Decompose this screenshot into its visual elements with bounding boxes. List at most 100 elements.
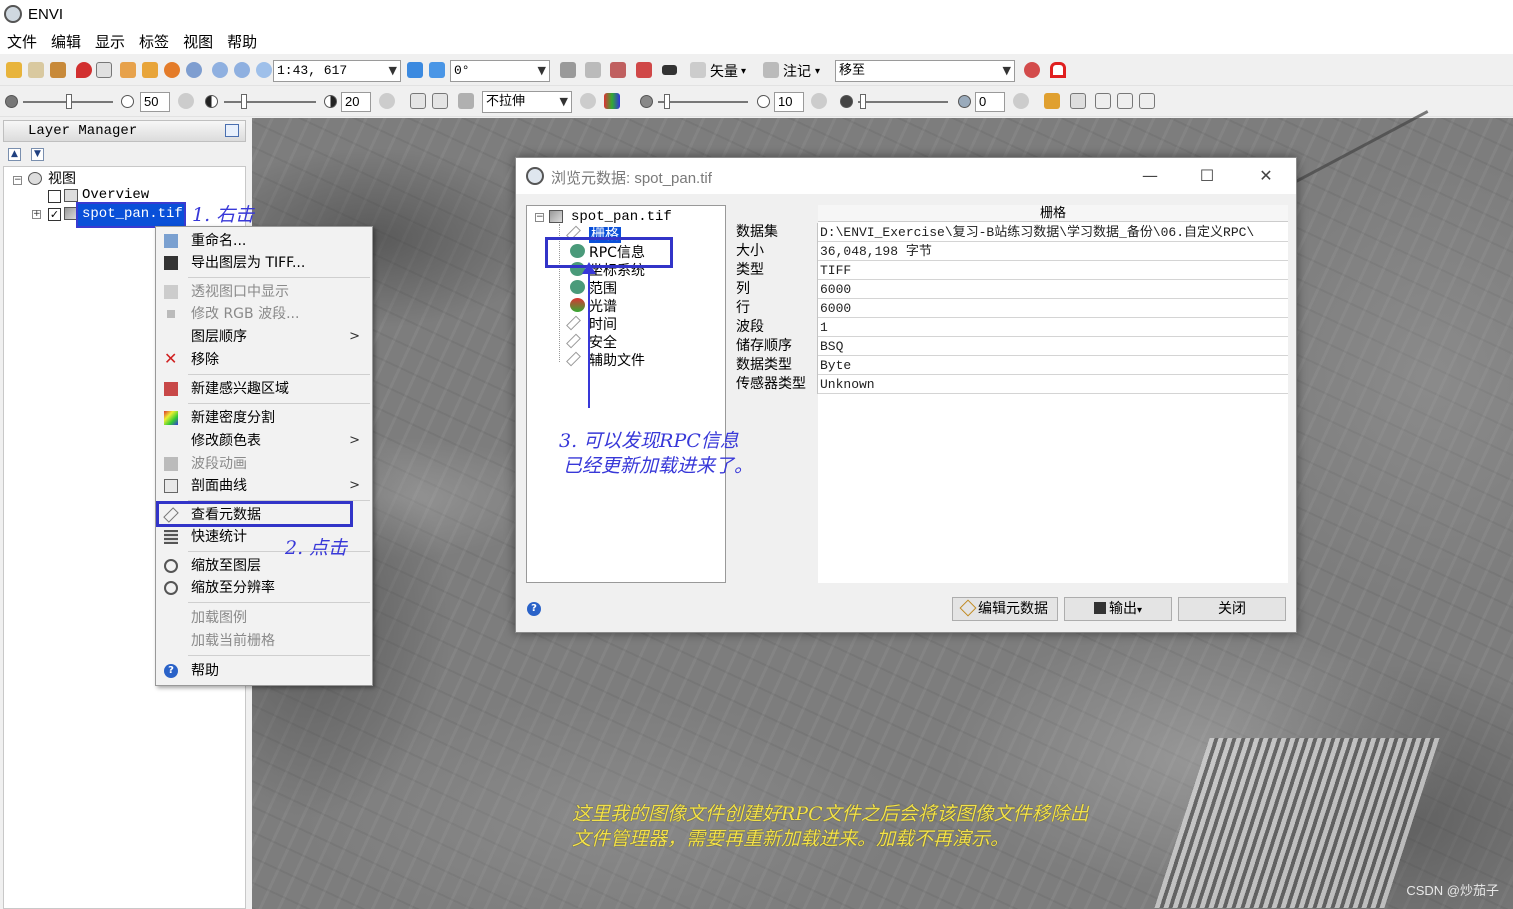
menu-display[interactable]: 显示 <box>88 31 132 52</box>
menu-item-rename[interactable]: 重命名... <box>156 230 372 252</box>
grid-row-interleave[interactable]: 储存顺序 BSQ <box>733 337 1288 356</box>
rotate-north-icon[interactable] <box>407 62 423 78</box>
move-up-icon[interactable]: ▲ <box>8 148 21 161</box>
menu-item-color-table[interactable]: 修改颜色表 > <box>156 430 372 452</box>
menu-edit[interactable]: 编辑 <box>44 31 88 52</box>
brightness-slider-thumb[interactable] <box>66 94 72 109</box>
overview-checkbox[interactable] <box>48 190 61 203</box>
close-icon[interactable]: ✕ <box>1252 164 1280 188</box>
rotate-up-icon[interactable] <box>429 62 445 78</box>
pixel-locator-icon[interactable] <box>662 65 677 75</box>
grid-row-size[interactable]: 大小 36,048,198 字节 <box>733 242 1288 261</box>
stretch-full-icon[interactable] <box>410 93 426 109</box>
maximize-icon[interactable]: ☐ <box>1193 164 1221 188</box>
menu-label[interactable]: 标签 <box>132 31 176 52</box>
rotate-icon[interactable] <box>164 62 180 78</box>
menu-item-export-tiff[interactable]: 导出图层为 TIFF... <box>156 252 372 274</box>
contrast-slider-track[interactable] <box>224 101 316 103</box>
reset-icon[interactable] <box>379 93 395 109</box>
contrast-input[interactable]: 20 <box>341 92 371 112</box>
menu-view[interactable]: 视图 <box>176 31 220 52</box>
grid-row-type[interactable]: 类型 TIFF <box>733 261 1288 280</box>
layout-quad-icon[interactable] <box>1139 93 1155 109</box>
help-icon[interactable]: ? <box>527 602 541 616</box>
stretch-view-icon[interactable] <box>432 93 448 109</box>
roi-icon[interactable] <box>636 62 652 78</box>
menu-item-help[interactable]: ? 帮助 <box>156 660 372 682</box>
tree-root-view[interactable]: 视图 <box>48 168 76 188</box>
zoom-icon[interactable] <box>186 62 202 78</box>
transparency-input[interactable]: 0 <box>975 92 1005 112</box>
layer-visibility-checkbox[interactable]: ✓ <box>48 208 61 221</box>
crosshair-icon[interactable] <box>560 62 576 78</box>
collapse-icon[interactable]: − <box>13 176 22 185</box>
grid-row-columns[interactable]: 列 6000 <box>733 280 1288 299</box>
menu-item-layer-order[interactable]: 图层顺序 > <box>156 326 372 348</box>
portal-icon[interactable] <box>1070 93 1086 109</box>
menu-item-density-slice[interactable]: 新建密度分割 <box>156 407 372 429</box>
reset-icon[interactable] <box>1013 93 1029 109</box>
grid-row-data-type[interactable]: 数据类型 Byte <box>733 356 1288 375</box>
grid-row-dataset[interactable]: 数据集 D:\ENVI_Exercise\复习-B站练习数据\学习数据_备份\06… <box>733 223 1288 242</box>
goto-combo[interactable]: 移至 ▼ <box>835 60 1015 82</box>
sharpen-input[interactable]: 10 <box>774 92 804 112</box>
transparency-slider-thumb[interactable] <box>860 94 866 109</box>
acrobat-icon[interactable] <box>1050 62 1066 78</box>
scale-combo[interactable]: 1:43, 617 ▼ <box>273 60 401 82</box>
menu-item-profile[interactable]: 剖面曲线 > <box>156 475 372 497</box>
color-table-icon[interactable] <box>604 93 620 109</box>
stretch-combo[interactable]: 不拉伸 ▼ <box>482 91 572 113</box>
brightness-input[interactable]: 50 <box>140 92 170 112</box>
ruler-icon[interactable] <box>1044 93 1060 109</box>
reset-icon[interactable] <box>811 93 827 109</box>
pin-icon[interactable] <box>76 62 92 78</box>
sharpen-slider-thumb[interactable] <box>664 94 670 109</box>
measure-icon[interactable] <box>585 62 601 78</box>
zoom-out-icon[interactable] <box>234 62 250 78</box>
chart-icon[interactable] <box>610 62 626 78</box>
grid-row-rows[interactable]: 行 6000 <box>733 299 1288 318</box>
stretch-icon[interactable] <box>458 93 474 109</box>
vector-icon[interactable] <box>690 62 706 78</box>
tree-item-auxiliary-files[interactable]: 辅助文件 <box>566 350 645 370</box>
collapse-icon[interactable]: − <box>535 213 544 222</box>
menu-file[interactable]: 文件 <box>0 31 44 52</box>
pin-panel-icon[interactable] <box>225 124 239 137</box>
minimize-icon[interactable]: — <box>1136 164 1164 188</box>
select-tool-icon[interactable] <box>96 62 112 78</box>
grid-row-bands[interactable]: 波段 1 <box>733 318 1288 337</box>
grid-row-sensor-type[interactable]: 传感器类型 Unknown <box>733 375 1288 394</box>
crop-icon[interactable] <box>50 62 66 78</box>
close-button[interactable]: 关闭 <box>1178 597 1286 621</box>
menu-item-change-rgb[interactable]: 修改 RGB 波段... <box>156 303 372 325</box>
globe-icon[interactable] <box>1024 62 1040 78</box>
reset-icon[interactable] <box>178 93 194 109</box>
contrast-slider-thumb[interactable] <box>241 94 247 109</box>
rotation-combo[interactable]: 0° ▼ <box>450 60 550 82</box>
reset-icon[interactable] <box>580 93 596 109</box>
menu-item-load-current-raster[interactable]: 加载当前栅格 <box>156 630 372 652</box>
menu-item-new-roi[interactable]: 新建感兴趣区域 <box>156 378 372 400</box>
menu-item-band-animation[interactable]: 波段动画 <box>156 453 372 475</box>
transparency-slider-track[interactable] <box>858 101 948 103</box>
metadata-tree-root[interactable]: spot_pan.tif <box>571 209 672 225</box>
tree-item-spot-pan[interactable]: spot_pan.tif <box>76 202 186 228</box>
layout-single-icon[interactable] <box>1095 93 1111 109</box>
menu-item-zoom-to-resolution[interactable]: 缩放至分辨率 <box>156 577 372 599</box>
layout-double-icon[interactable] <box>1117 93 1133 109</box>
pan-hand-icon[interactable] <box>120 62 136 78</box>
annotation-dropdown[interactable]: 注记 <box>783 61 811 81</box>
open-file-icon[interactable] <box>6 62 22 78</box>
data-manager-icon[interactable] <box>28 62 44 78</box>
tree-item-time[interactable]: 时间 <box>566 314 617 334</box>
annotation-icon[interactable] <box>763 62 779 78</box>
sharpen-slider-track[interactable] <box>658 101 748 103</box>
zoom-in-icon[interactable] <box>212 62 228 78</box>
tree-item-security[interactable]: 安全 <box>566 332 617 352</box>
menu-help[interactable]: 帮助 <box>220 31 264 52</box>
tree-item-overview[interactable]: Overview <box>82 187 149 203</box>
menu-item-load-legend[interactable]: 加载图例 <box>156 607 372 629</box>
expand-icon[interactable]: + <box>32 210 41 219</box>
vector-dropdown[interactable]: 矢量 <box>710 61 738 81</box>
zoom-fit-icon[interactable] <box>256 62 272 78</box>
